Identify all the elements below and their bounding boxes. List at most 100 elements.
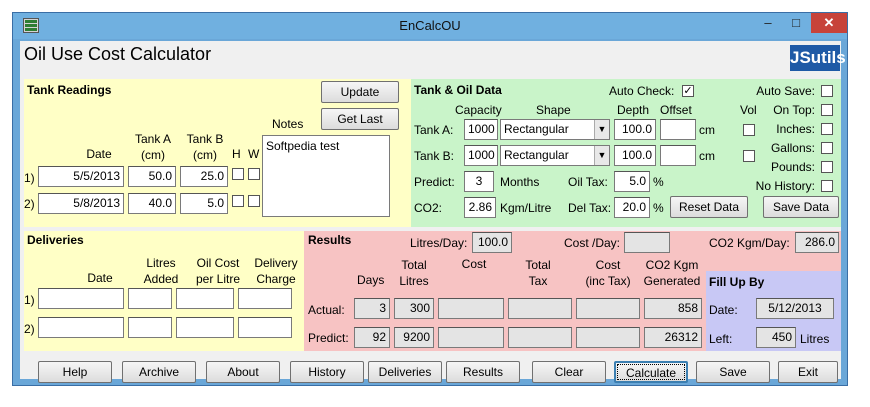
- delivery-1-charge-input[interactable]: [238, 288, 292, 309]
- jsutils-logo: JSutils: [790, 45, 846, 71]
- delivery-1-cost-input[interactable]: [176, 288, 234, 309]
- reading-2-tank-a-input[interactable]: 40.0: [128, 193, 176, 214]
- oil-tax-label: Oil Tax:: [568, 175, 608, 189]
- no-history-label: No History:: [755, 179, 815, 193]
- results-button[interactable]: Results: [446, 361, 520, 383]
- notes-label: Notes: [272, 117, 304, 131]
- tank-b-label: Tank B:: [414, 149, 455, 163]
- col-shape-label: Shape: [536, 103, 571, 117]
- delivery-1-litres-input[interactable]: [128, 288, 172, 309]
- reading-2-tank-b-input[interactable]: 5.0: [180, 193, 228, 214]
- row-1-number: 1): [24, 171, 35, 185]
- tank-a-offset-input[interactable]: [660, 119, 696, 140]
- archive-button[interactable]: Archive: [122, 361, 196, 383]
- actual-days-value: 3: [354, 298, 390, 319]
- chevron-down-icon: ▼: [594, 146, 609, 165]
- fill-date-label: Date:: [709, 303, 738, 317]
- clear-button[interactable]: Clear: [532, 361, 606, 383]
- results-col-days-label: Days: [357, 273, 385, 287]
- gallons-checkbox[interactable]: [821, 142, 833, 154]
- reading-2-date-input[interactable]: 5/8/2013: [38, 193, 124, 214]
- delivery-col-cost-label: Oil Cost per Litre: [195, 256, 241, 286]
- reading-1-h-checkbox[interactable]: [232, 168, 244, 180]
- help-button[interactable]: Help: [38, 361, 112, 383]
- title-bar[interactable]: EnCalcOU – □ ✕: [13, 13, 847, 39]
- co2-day-value: 286.0: [795, 232, 839, 253]
- reading-1-tank-a-input[interactable]: 50.0: [128, 166, 176, 187]
- oil-tax-input[interactable]: 5.0: [614, 171, 650, 192]
- reading-2-w-checkbox[interactable]: [248, 195, 260, 207]
- save-data-button[interactable]: Save Data: [763, 196, 839, 218]
- tank-b-offset-input[interactable]: [660, 145, 696, 166]
- co2-label: CO2:: [414, 201, 443, 215]
- delivery-2-date-input[interactable]: [38, 317, 124, 338]
- auto-check-checkbox[interactable]: ✓: [682, 85, 694, 97]
- actual-tax-value: [508, 298, 572, 319]
- exit-button[interactable]: Exit: [778, 361, 838, 383]
- update-button[interactable]: Update: [321, 81, 399, 103]
- co2-unit: Kgm/Litre: [500, 201, 552, 215]
- predict-cost-inc-value: [576, 327, 640, 348]
- tank-b-depth-input[interactable]: 100.0: [614, 145, 656, 166]
- save-button[interactable]: Save: [696, 361, 770, 383]
- reading-1-date-input[interactable]: 5/5/2013: [38, 166, 124, 187]
- notes-textarea[interactable]: Softpedia test: [262, 135, 390, 217]
- months-label: Months: [500, 175, 540, 189]
- on-top-checkbox[interactable]: [821, 104, 833, 116]
- delivery-1-date-input[interactable]: [38, 288, 124, 309]
- app-window: EnCalcOU – □ ✕ Oil Use Cost Calculator J…: [12, 12, 848, 386]
- predict-row-label: Predict:: [308, 331, 349, 345]
- delivery-2-charge-input[interactable]: [238, 317, 292, 338]
- on-top-label: On Top:: [773, 103, 815, 117]
- minimize-button[interactable]: –: [755, 13, 781, 33]
- close-button[interactable]: ✕: [811, 13, 847, 33]
- tank-oil-data-panel: Tank & Oil Data Auto Check: ✓ Capacity S…: [411, 79, 841, 227]
- delivery-2-litres-input[interactable]: [128, 317, 172, 338]
- get-last-button[interactable]: Get Last: [321, 108, 399, 130]
- col-offset-label: Offset: [660, 103, 692, 117]
- pounds-checkbox[interactable]: [821, 161, 833, 173]
- fill-left-unit: Litres: [800, 332, 830, 346]
- fill-left-value: 450: [756, 327, 796, 348]
- actual-litres-value: 300: [394, 298, 434, 319]
- results-heading: Results: [308, 233, 352, 247]
- calculate-button[interactable]: Calculate: [614, 361, 688, 383]
- del-tax-input[interactable]: 20.0: [614, 197, 650, 218]
- results-panel: Results Litres/Day: 100.0 Cost /Day: Day…: [304, 231, 706, 351]
- tank-a-capacity-input[interactable]: 1000: [464, 119, 498, 140]
- auto-check-label: Auto Check:: [609, 84, 675, 98]
- predict-months-input[interactable]: 3: [464, 171, 494, 192]
- reading-2-h-checkbox[interactable]: [232, 195, 244, 207]
- results-col-co2-label: CO2 Kgm Generated: [643, 258, 701, 288]
- auto-save-checkbox[interactable]: [821, 85, 833, 97]
- actual-cost-inc-value: [576, 298, 640, 319]
- col-tank-a-label: Tank A (cm): [134, 132, 172, 162]
- inches-checkbox[interactable]: [821, 123, 833, 135]
- tank-a-shape-select[interactable]: Rectangular ▼: [500, 119, 610, 140]
- reading-1-w-checkbox[interactable]: [248, 168, 260, 180]
- predict-cost-value: [438, 327, 504, 348]
- actual-label: Actual:: [308, 303, 345, 317]
- col-depth-label: Depth: [617, 103, 650, 117]
- reset-data-button[interactable]: Reset Data: [670, 196, 748, 218]
- about-button[interactable]: About: [206, 361, 280, 383]
- no-history-checkbox[interactable]: [821, 180, 833, 192]
- tank-a-depth-input[interactable]: 100.0: [614, 119, 656, 140]
- tank-b-shape-select[interactable]: Rectangular ▼: [500, 145, 610, 166]
- deliveries-button[interactable]: Deliveries: [368, 361, 442, 383]
- col-w-label: W: [248, 147, 260, 161]
- predict-days-value: 92: [354, 327, 390, 348]
- history-button[interactable]: History: [290, 361, 364, 383]
- fill-left-label: Left:: [709, 332, 733, 346]
- delivery-2-cost-input[interactable]: [176, 317, 234, 338]
- reading-1-tank-b-input[interactable]: 25.0: [180, 166, 228, 187]
- gallons-label: Gallons:: [770, 141, 815, 155]
- co2-input[interactable]: 2.86: [464, 197, 496, 218]
- predict-litres-value: 9200: [394, 327, 434, 348]
- deliveries-panel: Deliveries Date Litres Added Oil Cost pe…: [24, 231, 304, 351]
- actual-cost-value: [438, 298, 504, 319]
- predict-co2-value: 26312: [644, 327, 702, 348]
- tank-b-capacity-input[interactable]: 1000: [464, 145, 498, 166]
- tank-a-unit: cm: [699, 123, 715, 137]
- maximize-button[interactable]: □: [783, 13, 809, 33]
